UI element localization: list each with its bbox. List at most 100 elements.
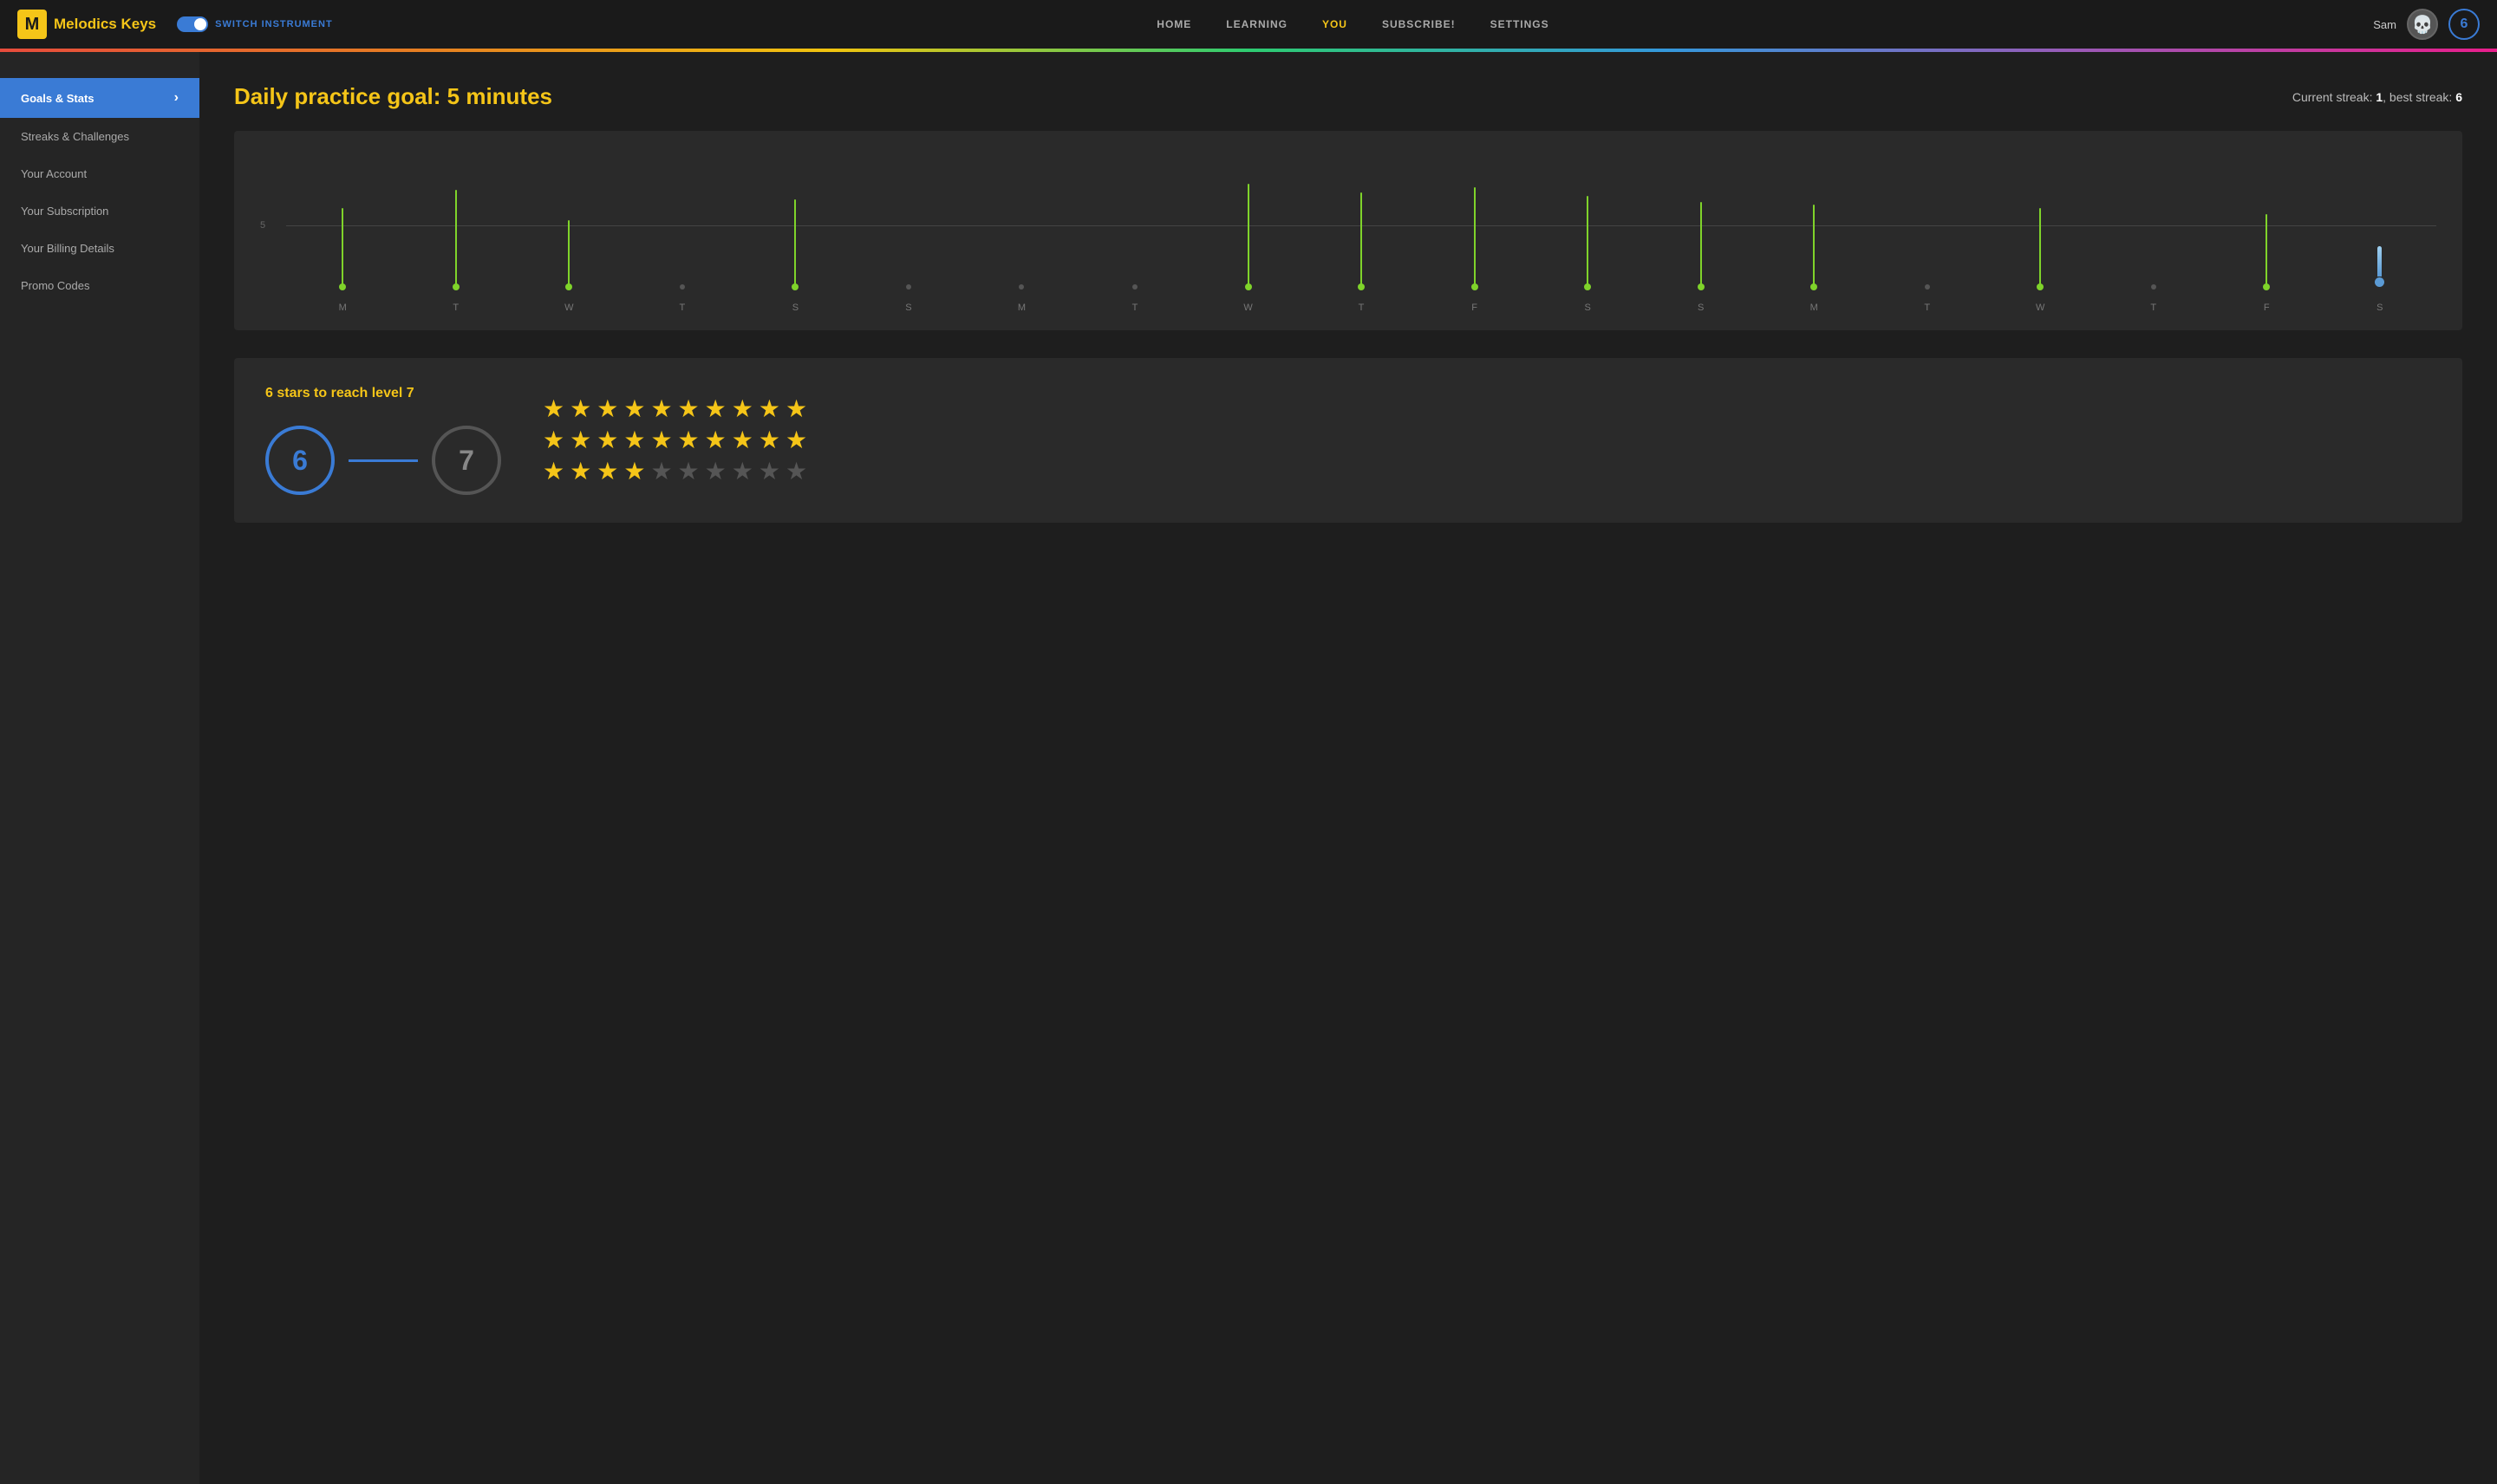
- sidebar-item-streaks[interactable]: Streaks & Challenges: [0, 118, 199, 155]
- star-icon: ★: [623, 428, 645, 452]
- nav-right: Sam 💀 6: [2373, 9, 2480, 40]
- daily-goal-title: Daily practice goal: 5 minutes: [234, 83, 552, 110]
- chart-bar-day-label: S: [792, 303, 799, 313]
- nav-subscribe[interactable]: SUBSCRIBE!: [1382, 18, 1456, 30]
- stars-row: ★★★★★★★★★★: [543, 459, 807, 484]
- chart-bar-day-label: T: [679, 303, 685, 313]
- star-icon: ★: [597, 397, 618, 421]
- stars-to-reach-label: 6 stars to reach level 7: [265, 386, 501, 401]
- star-icon: ★: [786, 428, 807, 452]
- star-icon: ★: [543, 459, 564, 484]
- star-icon: ★: [678, 428, 700, 452]
- star-icon: ★: [650, 397, 672, 421]
- avatar-icon: 💀: [2412, 14, 2434, 36]
- chart-bar-day-label: T: [1924, 303, 1930, 313]
- stars-row: ★★★★★★★★★★: [543, 397, 807, 421]
- star-icon: ★: [650, 459, 672, 484]
- chart-bar-day-label: F: [2264, 303, 2270, 313]
- sidebar-item-goals-stats[interactable]: Goals & Stats ›: [0, 78, 199, 118]
- chart-bar-col: M: [965, 157, 1079, 313]
- star-icon: ★: [597, 459, 618, 484]
- star-icon: ★: [705, 428, 727, 452]
- sidebar: Goals & Stats › Streaks & Challenges You…: [0, 52, 199, 1484]
- nav-learning[interactable]: LEARNING: [1226, 18, 1288, 30]
- chart-bar-day-label: T: [1132, 303, 1138, 313]
- chart-bars-wrapper: MTWTSSMTWTFSSMTWTFS: [260, 157, 2436, 313]
- switch-instrument-toggle[interactable]: [177, 16, 208, 32]
- username-label: Sam: [2373, 18, 2396, 31]
- sidebar-item-billing[interactable]: Your Billing Details: [0, 230, 199, 267]
- sidebar-item-subscription[interactable]: Your Subscription: [0, 192, 199, 230]
- chart-bar-col: M: [1757, 157, 1871, 313]
- chart-bar-day-label: M: [1018, 303, 1026, 313]
- star-icon: ★: [543, 397, 564, 421]
- star-icon: ★: [786, 459, 807, 484]
- top-navigation: M Melodics Keys SWITCH INSTRUMENT HOME L…: [0, 0, 2497, 49]
- star-icon: ★: [759, 397, 780, 421]
- star-icon: ★: [759, 428, 780, 452]
- sidebar-item-promo[interactable]: Promo Codes: [0, 267, 199, 304]
- next-level-circle: 7: [432, 426, 501, 495]
- chart-bar-day-label: F: [1471, 303, 1477, 313]
- chart-bar-col: T: [1079, 157, 1192, 313]
- chart-bar-col: W: [1984, 157, 2097, 313]
- level-connector: [349, 459, 418, 462]
- nav-you[interactable]: YOU: [1322, 18, 1347, 30]
- nav-settings[interactable]: SETTINGS: [1490, 18, 1549, 30]
- star-icon: ★: [786, 397, 807, 421]
- star-icon: ★: [732, 397, 753, 421]
- star-icon: ★: [570, 459, 591, 484]
- chart-bar-col: W: [512, 157, 626, 313]
- chart-bar-col: T: [1305, 157, 1418, 313]
- chart-bar-day-label: S: [1584, 303, 1590, 313]
- star-icon: ★: [678, 459, 700, 484]
- current-level-circle: 6: [265, 426, 335, 495]
- chart-bar-col: F: [1418, 157, 1531, 313]
- level-info: 6 stars to reach level 7 6 7: [265, 386, 501, 495]
- star-icon: ★: [678, 397, 700, 421]
- sidebar-arrow-icon: ›: [174, 90, 179, 106]
- star-icon: ★: [570, 397, 591, 421]
- chart-bar-day-label: S: [2376, 303, 2383, 313]
- logo[interactable]: M Melodics Keys: [17, 10, 156, 39]
- daily-goal-header: Daily practice goal: 5 minutes Current s…: [234, 83, 2462, 110]
- star-icon: ★: [623, 459, 645, 484]
- switch-instrument-label: SWITCH INSTRUMENT: [215, 19, 333, 29]
- nav-home[interactable]: HOME: [1157, 18, 1191, 30]
- level-progress: 6 7: [265, 426, 501, 495]
- chart-y-label: 5: [260, 221, 265, 231]
- chart-bar-col: W: [1191, 157, 1305, 313]
- star-icon: ★: [759, 459, 780, 484]
- chart-bar-day-label: T: [1359, 303, 1365, 313]
- chart-bar-col: S: [1531, 157, 1645, 313]
- streak-info: Current streak: 1, best streak: 6: [2292, 90, 2462, 104]
- chart-bar-day-label: W: [564, 303, 573, 313]
- chart-bar-day-label: M: [339, 303, 347, 313]
- sidebar-item-account[interactable]: Your Account: [0, 155, 199, 192]
- switch-instrument[interactable]: SWITCH INSTRUMENT: [177, 16, 333, 32]
- chart-bar-col: T: [626, 157, 740, 313]
- main-content: Daily practice goal: 5 minutes Current s…: [199, 52, 2497, 1484]
- level-badge[interactable]: 6: [2448, 9, 2480, 40]
- stars-grid: ★★★★★★★★★★★★★★★★★★★★★★★★★★★★★★: [543, 397, 807, 484]
- chart-bar-col: F: [2210, 157, 2324, 313]
- star-icon: ★: [543, 428, 564, 452]
- star-icon: ★: [570, 428, 591, 452]
- chart-bar-col: M: [286, 157, 400, 313]
- chart-bar-day-label: M: [1810, 303, 1818, 313]
- chart-bar-col: S: [739, 157, 852, 313]
- avatar[interactable]: 💀: [2407, 9, 2438, 40]
- chart-bar-col: T: [1870, 157, 1984, 313]
- chart-bar-day-label: W: [1243, 303, 1252, 313]
- main-layout: Goals & Stats › Streaks & Challenges You…: [0, 52, 2497, 1484]
- star-icon: ★: [732, 459, 753, 484]
- level-section: 6 stars to reach level 7 6 7 ★★★★★★★★★★★…: [234, 358, 2462, 523]
- star-icon: ★: [705, 459, 727, 484]
- chart-bar-day-label: S: [905, 303, 911, 313]
- chart-bar-col: T: [2097, 157, 2211, 313]
- practice-chart: 5 MTWTSSMTWTFSSMTWTFS: [234, 131, 2462, 330]
- chart-area: 5 MTWTSSMTWTFSSMTWTFS: [260, 157, 2436, 313]
- star-icon: ★: [650, 428, 672, 452]
- star-icon: ★: [705, 397, 727, 421]
- chart-bar-day-label: T: [2150, 303, 2156, 313]
